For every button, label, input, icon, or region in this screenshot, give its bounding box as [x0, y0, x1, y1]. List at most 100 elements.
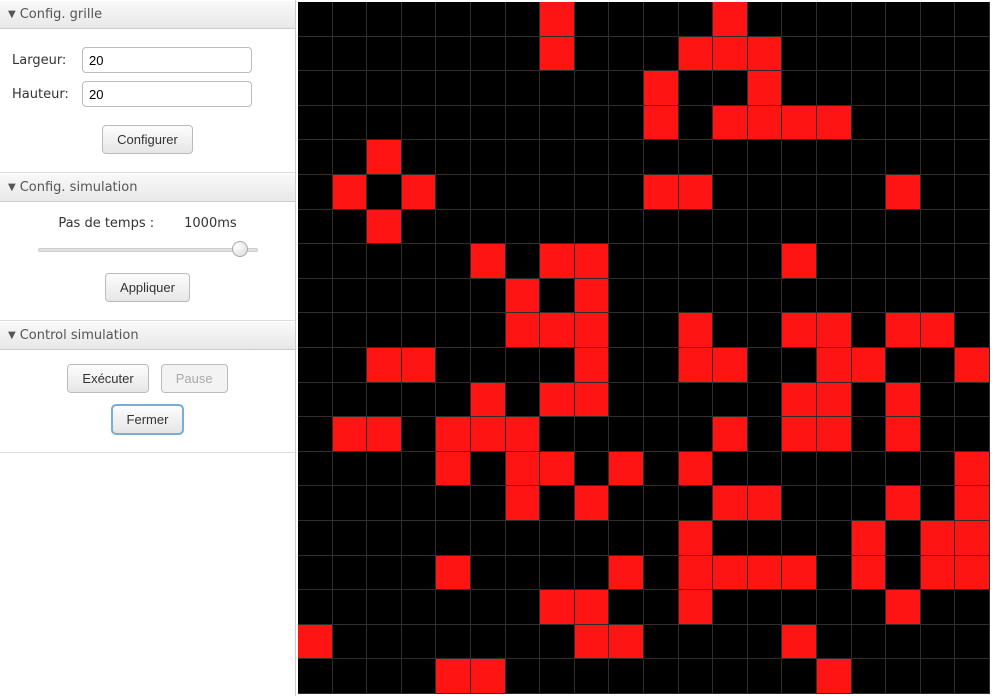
grid-cell[interactable]	[782, 521, 817, 556]
grid-cell[interactable]	[609, 348, 644, 383]
grid-cell[interactable]	[367, 383, 402, 418]
grid-cell[interactable]	[921, 556, 956, 591]
grid-cell[interactable]	[921, 417, 956, 452]
grid-cell[interactable]	[852, 590, 887, 625]
grid-cell[interactable]	[471, 590, 506, 625]
grid-cell[interactable]	[436, 348, 471, 383]
grid-cell[interactable]	[817, 140, 852, 175]
grid-cell[interactable]	[921, 625, 956, 660]
grid-cell[interactable]	[506, 383, 541, 418]
grid-cell[interactable]	[333, 140, 368, 175]
grid-cell[interactable]	[644, 348, 679, 383]
grid-cell[interactable]	[367, 486, 402, 521]
grid-cell[interactable]	[436, 590, 471, 625]
grid-cell[interactable]	[609, 279, 644, 314]
grid-cell[interactable]	[506, 348, 541, 383]
grid-cell[interactable]	[644, 313, 679, 348]
grid-cell[interactable]	[436, 106, 471, 141]
grid-cell[interactable]	[713, 590, 748, 625]
grid-cell[interactable]	[333, 71, 368, 106]
grid-cell[interactable]	[333, 210, 368, 245]
apply-button[interactable]: Appliquer	[105, 273, 190, 302]
grid-cell[interactable]	[471, 313, 506, 348]
grid-cell[interactable]	[644, 590, 679, 625]
grid-cell[interactable]	[852, 625, 887, 660]
grid-cell[interactable]	[782, 556, 817, 591]
grid-cell[interactable]	[540, 417, 575, 452]
grid-cell[interactable]	[644, 417, 679, 452]
grid-cell[interactable]	[506, 106, 541, 141]
grid-cell[interactable]	[886, 348, 921, 383]
run-button[interactable]: Exécuter	[67, 364, 148, 393]
grid-cell[interactable]	[436, 313, 471, 348]
grid-cell[interactable]	[817, 37, 852, 72]
grid-cell[interactable]	[852, 521, 887, 556]
grid-cell[interactable]	[540, 71, 575, 106]
grid-cell[interactable]	[817, 590, 852, 625]
grid-cell[interactable]	[817, 210, 852, 245]
grid-cell[interactable]	[748, 383, 783, 418]
grid-cell[interactable]	[333, 313, 368, 348]
grid-cell[interactable]	[402, 71, 437, 106]
grid-cell[interactable]	[713, 175, 748, 210]
grid-cell[interactable]	[748, 521, 783, 556]
grid-cell[interactable]	[921, 279, 956, 314]
grid-cell[interactable]	[333, 659, 368, 694]
grid-cell[interactable]	[782, 452, 817, 487]
grid-cell[interactable]	[298, 625, 333, 660]
grid-cell[interactable]	[713, 279, 748, 314]
grid-cell[interactable]	[782, 2, 817, 37]
configure-button[interactable]: Configurer	[102, 125, 193, 154]
grid-cell[interactable]	[852, 556, 887, 591]
grid-cell[interactable]	[298, 383, 333, 418]
grid-cell[interactable]	[367, 140, 402, 175]
grid-cell[interactable]	[921, 175, 956, 210]
grid-cell[interactable]	[609, 659, 644, 694]
grid-cell[interactable]	[748, 2, 783, 37]
grid-cell[interactable]	[713, 2, 748, 37]
grid-cell[interactable]	[644, 383, 679, 418]
grid-cell[interactable]	[748, 244, 783, 279]
grid-cell[interactable]	[679, 383, 714, 418]
grid-cell[interactable]	[713, 452, 748, 487]
grid-cell[interactable]	[955, 417, 990, 452]
grid-cell[interactable]	[852, 244, 887, 279]
grid-cell[interactable]	[333, 106, 368, 141]
grid-cell[interactable]	[921, 452, 956, 487]
grid-cell[interactable]	[575, 71, 610, 106]
grid-cell[interactable]	[298, 348, 333, 383]
grid-cell[interactable]	[955, 313, 990, 348]
grid-cell[interactable]	[782, 175, 817, 210]
grid-cell[interactable]	[817, 659, 852, 694]
grid-cell[interactable]	[886, 175, 921, 210]
grid-cell[interactable]	[333, 244, 368, 279]
grid-cell[interactable]	[817, 383, 852, 418]
grid-cell[interactable]	[575, 556, 610, 591]
grid-cell[interactable]	[575, 140, 610, 175]
grid-cell[interactable]	[644, 486, 679, 521]
grid-cell[interactable]	[367, 279, 402, 314]
grid-cell[interactable]	[506, 210, 541, 245]
grid-cell[interactable]	[955, 452, 990, 487]
grid-cell[interactable]	[436, 279, 471, 314]
grid-cell[interactable]	[679, 452, 714, 487]
grid-cell[interactable]	[367, 521, 402, 556]
grid-cell[interactable]	[367, 106, 402, 141]
grid-cell[interactable]	[540, 486, 575, 521]
grid-cell[interactable]	[748, 210, 783, 245]
grid-cell[interactable]	[713, 521, 748, 556]
grid-cell[interactable]	[402, 106, 437, 141]
panel-header-sim-control[interactable]: ▼ Control simulation	[0, 321, 295, 350]
grid-cell[interactable]	[921, 590, 956, 625]
grid-cell[interactable]	[955, 625, 990, 660]
grid-cell[interactable]	[575, 2, 610, 37]
grid-cell[interactable]	[748, 106, 783, 141]
grid-cell[interactable]	[367, 37, 402, 72]
grid-cell[interactable]	[298, 71, 333, 106]
grid-cell[interactable]	[644, 244, 679, 279]
grid-cell[interactable]	[609, 210, 644, 245]
grid-cell[interactable]	[575, 625, 610, 660]
grid-cell[interactable]	[886, 313, 921, 348]
grid-cell[interactable]	[540, 348, 575, 383]
grid-cell[interactable]	[609, 244, 644, 279]
